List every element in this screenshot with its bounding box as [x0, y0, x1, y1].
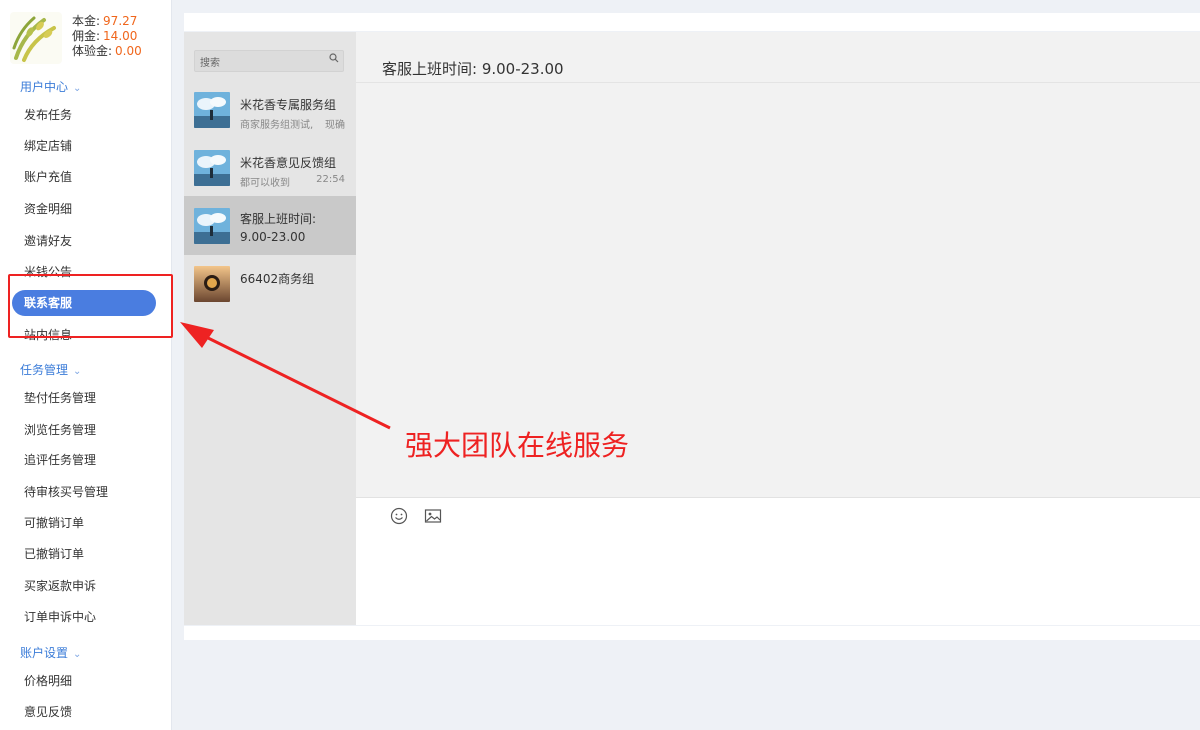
sidebar-item-price-details[interactable]: 价格明细	[24, 671, 72, 691]
sky-landscape-avatar	[194, 150, 230, 186]
chevron-down-icon: ⌄	[73, 366, 82, 377]
balance-summary: 本金: 97.27 佣金: 14.00 体验金: 0.00	[72, 14, 142, 59]
chevron-down-icon: ⌄	[73, 83, 82, 94]
search-icon[interactable]	[329, 53, 339, 63]
principal-value: 97.27	[103, 14, 138, 28]
sidebar: 本金: 97.27 佣金: 14.00 体验金: 0.00 用户中心 ⌄ 发布任务 绑定…	[0, 0, 172, 730]
sidebar-item-invite-friends[interactable]: 邀请好友	[24, 231, 72, 251]
deposit-label: 体验金:	[72, 44, 113, 58]
conversation-item-active[interactable]: 客服上班时间: 9.00-23.00	[184, 196, 356, 255]
conversation-name-line2: 9.00-23.00	[240, 230, 306, 244]
image-icon[interactable]	[424, 507, 442, 525]
conversation-name: 66402商务组	[240, 272, 315, 286]
sidebar-item-followup-review-mgmt[interactable]: 追评任务管理	[24, 450, 96, 470]
sidebar-item-refund-appeals[interactable]: 买家返款申诉	[24, 576, 96, 596]
sky-landscape-avatar	[194, 92, 230, 128]
top-bar	[184, 13, 1200, 31]
sidebar-item-recharge[interactable]: 账户充值	[24, 167, 72, 187]
conversation-name-line1: 客服上班时间:	[240, 212, 317, 226]
sidebar-item-fund-details[interactable]: 资金明细	[24, 199, 72, 219]
header-divider	[356, 82, 1200, 83]
principal-row: 本金: 97.27	[72, 14, 142, 29]
sidebar-item-revocable-orders[interactable]: 可撤销订单	[24, 513, 84, 533]
conversation-time: 现确	[325, 120, 345, 131]
annotation-callout: 强大团队在线服务	[405, 429, 630, 462]
commission-value: 14.00	[103, 29, 138, 43]
commission-label: 佣金:	[72, 29, 101, 43]
conversation-item[interactable]: 66402商务组	[184, 254, 356, 313]
conversation-item[interactable]: 米花香意见反馈组 都可以收到 22:54	[184, 138, 356, 197]
message-composer	[356, 497, 1200, 625]
conversation-name: 客服上班时间: 9.00-23.00	[240, 210, 316, 246]
sidebar-item-order-appeal-center[interactable]: 订单申诉中心	[24, 607, 96, 627]
conversation-item[interactable]: 米花香专属服务组 商家服务组测试, 现确	[184, 80, 356, 139]
sidebar-item-revoked-orders[interactable]: 已撤销订单	[24, 544, 84, 564]
sky-landscape-avatar	[194, 208, 230, 244]
chat-window: 米花香专属服务组 商家服务组测试, 现确 米花香意见反馈组 都可以收到 22:5…	[184, 32, 1200, 625]
menu-group-user-center[interactable]: 用户中心 ⌄	[20, 78, 81, 95]
menu-group-task-management[interactable]: 任务管理 ⌄	[20, 361, 81, 378]
menu-group-account-settings[interactable]: 账户设置 ⌄	[20, 644, 81, 661]
conversation-list: 米花香专属服务组 商家服务组测试, 现确 米花香意见反馈组 都可以收到 22:5…	[184, 32, 356, 625]
chat-header-title: 客服上班时间: 9.00-23.00	[382, 60, 564, 78]
conversation-name: 米花香专属服务组	[240, 98, 337, 112]
sidebar-item-feedback[interactable]: 意见反馈	[24, 702, 72, 722]
emoji-icon[interactable]	[390, 507, 408, 525]
bottom-bar	[184, 626, 1200, 640]
sidebar-item-browse-task-mgmt[interactable]: 浏览任务管理	[24, 420, 96, 440]
deposit-row: 体验金: 0.00	[72, 44, 142, 59]
menu-group-label: 用户中心	[20, 80, 69, 94]
conversation-time: 22:54	[316, 174, 345, 185]
message-input[interactable]	[376, 530, 1176, 618]
principal-label: 本金:	[72, 14, 101, 28]
conversation-name: 米花香意见反馈组	[240, 156, 337, 170]
conversation-preview: 都可以收到	[240, 178, 290, 189]
search-box	[194, 50, 344, 74]
profile-card: 本金: 97.27 佣金: 14.00 体验金: 0.00	[10, 12, 170, 68]
sidebar-item-pending-buyer-accounts[interactable]: 待审核买号管理	[24, 482, 108, 502]
brand-logo	[10, 12, 62, 64]
sunset-portrait-avatar	[194, 266, 230, 302]
deposit-value: 0.00	[115, 44, 142, 58]
search-input[interactable]	[195, 53, 320, 74]
sidebar-item-publish-task[interactable]: 发布任务	[24, 105, 72, 125]
sidebar-item-bind-store[interactable]: 绑定店铺	[24, 136, 72, 156]
commission-row: 佣金: 14.00	[72, 29, 142, 44]
sidebar-item-advance-task-mgmt[interactable]: 垫付任务管理	[24, 388, 96, 408]
menu-group-label: 账户设置	[20, 646, 69, 660]
annotation-highlight-box	[8, 274, 173, 338]
menu-group-label: 任务管理	[20, 363, 69, 377]
conversation-preview: 商家服务组测试,	[240, 120, 314, 131]
chevron-down-icon: ⌄	[73, 649, 82, 660]
